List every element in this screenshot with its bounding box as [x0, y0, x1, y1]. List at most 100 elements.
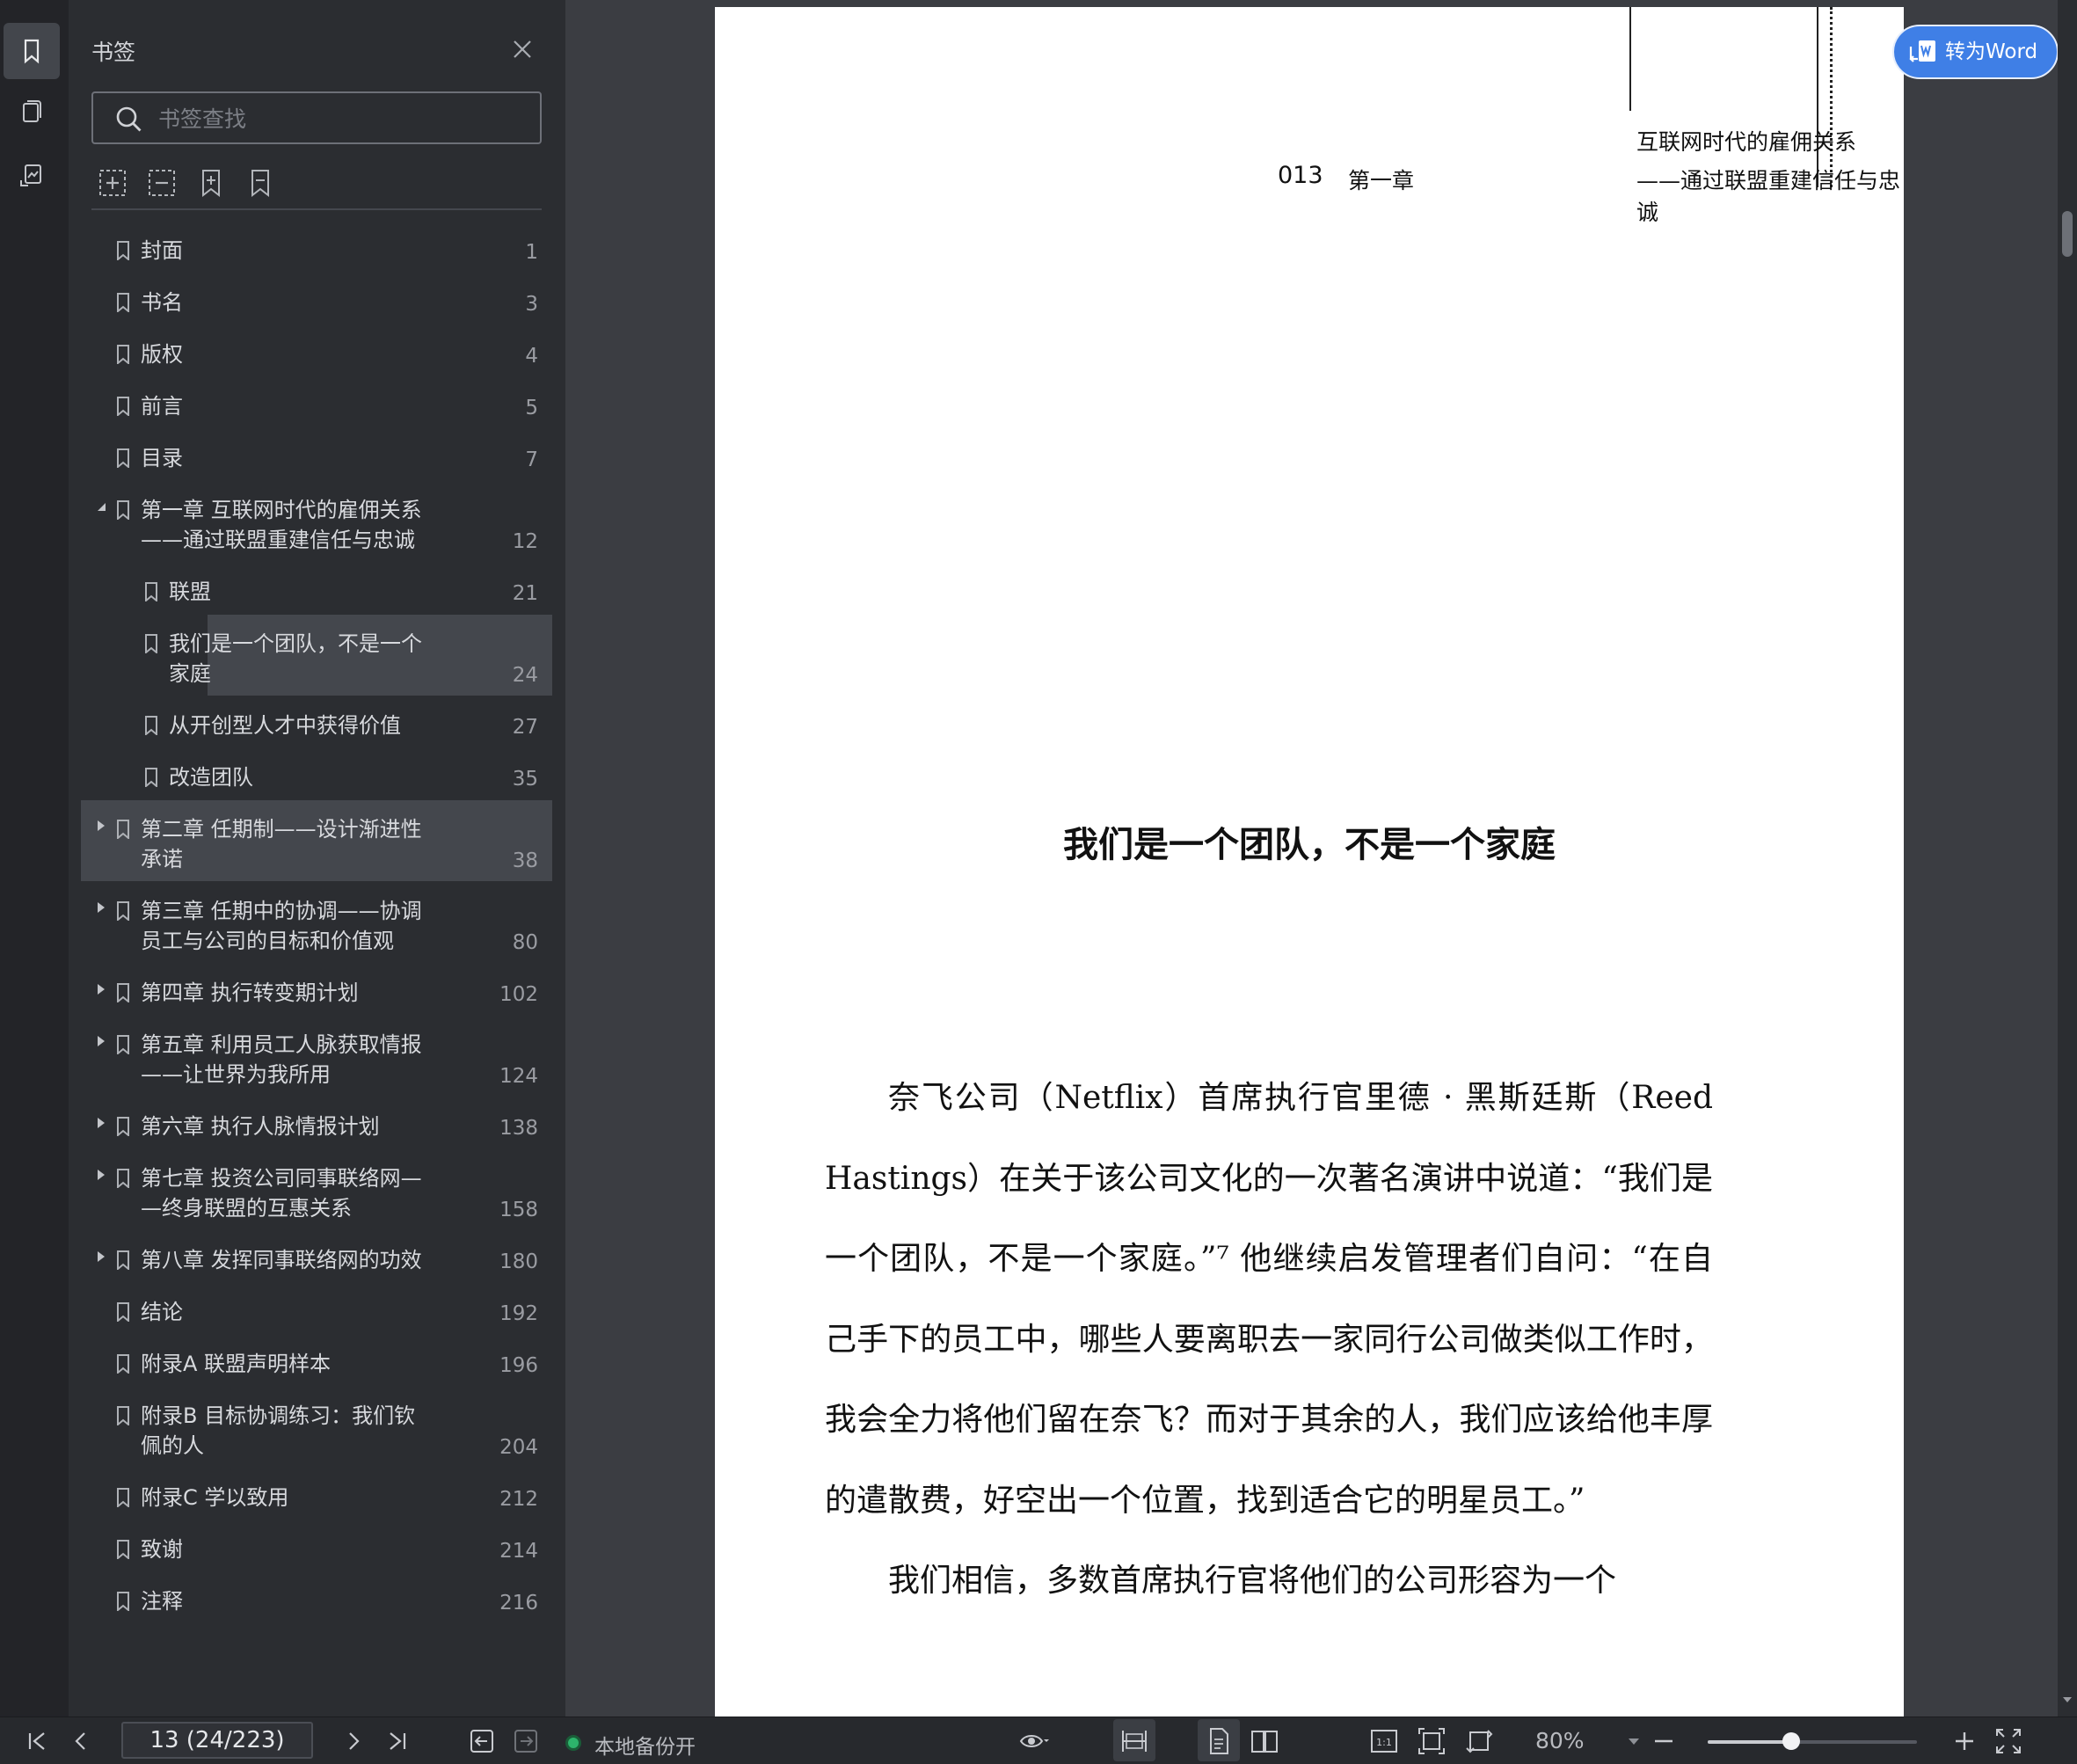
convert-to-word-button[interactable]: 转为Word [1892, 25, 2059, 79]
bookmark-item[interactable]: 附录B 目标协调练习：我们钦 佩的人 204 [81, 1387, 552, 1468]
bookmark-item[interactable]: 我们是一个团队，不是一个 家庭 24 [145, 615, 552, 696]
scroll-down-arrow-icon[interactable] [2061, 1694, 2073, 1706]
single-page-icon[interactable] [1203, 1725, 1235, 1757]
go-back-icon[interactable] [466, 1725, 498, 1757]
bookmark-label: 改造团队 [169, 765, 253, 790]
collapsed-arrow-icon[interactable] [95, 983, 107, 995]
fullscreen-icon[interactable] [1993, 1725, 2024, 1757]
bookmark-item[interactable]: 第四章 执行转变期计划 102 [81, 964, 552, 1015]
collapsed-arrow-icon[interactable] [95, 901, 107, 914]
zoom-dropdown-icon[interactable] [1618, 1725, 1650, 1757]
page-number-field[interactable]: 13 (24/223) [121, 1722, 313, 1759]
bookmark-icon [117, 820, 129, 839]
collapsed-arrow-icon[interactable] [95, 1035, 107, 1047]
rail-annotations-button[interactable] [4, 148, 60, 204]
bookmark-panel: 书签 封面 1 书名 3 版权 4 前言 5 目录 7 第一章 互联网时代的雇佣关系 ——通过联盟重… [70, 0, 563, 1717]
vertical-scrollbar[interactable] [2058, 0, 2077, 1717]
bookmark-item[interactable]: 从开创型人才中获得价值 27 [81, 696, 552, 747]
backup-status-text[interactable]: 本地备份开 [594, 1730, 696, 1760]
bookmark-icon [117, 397, 129, 416]
bookmark-item[interactable]: 致谢 214 [81, 1520, 552, 1571]
next-page-icon[interactable] [338, 1725, 369, 1757]
collapsed-arrow-icon[interactable] [95, 1169, 107, 1181]
bookmark-icon [117, 241, 129, 260]
fit-width-icon[interactable] [1119, 1725, 1150, 1757]
bookmark-item[interactable]: 第六章 执行人脉情报计划 138 [81, 1097, 552, 1148]
bookmark-icon [117, 1592, 129, 1611]
bookmark-icon [117, 1488, 129, 1507]
go-forward-icon[interactable] [510, 1725, 542, 1757]
collapsed-arrow-icon[interactable] [95, 1117, 107, 1129]
rail-thumbnails-button[interactable] [4, 84, 60, 141]
bookmark-icon [24, 39, 40, 64]
paragraph: 我们相信，多数首席执行官将他们的公司形容为一个 [888, 1563, 1617, 1599]
scrollbar-thumb[interactable] [2062, 211, 2073, 257]
scan-line [1817, 7, 1818, 187]
bookmark-item[interactable]: 结论 192 [81, 1283, 552, 1334]
zoom-level[interactable]: 80% [1535, 1728, 1585, 1753]
zoom-slider-knob[interactable] [1782, 1732, 1801, 1750]
eye-care-icon[interactable] [1018, 1725, 1050, 1757]
bookmark-page-number: 35 [512, 768, 538, 791]
bookmark-item[interactable]: 第七章 投资公司同事联络网— —终身联盟的互惠关系 158 [81, 1149, 552, 1230]
bookmark-item[interactable]: 第一章 互联网时代的雇佣关系 ——通过联盟重建信任与忠诚 12 [81, 481, 552, 562]
bookmark-item[interactable]: 目录 7 [81, 429, 552, 480]
bookmark-item[interactable]: 第二章 任期制——设计渐进性 承诺 38 [81, 800, 552, 881]
bookmark-label: 封面 [141, 238, 183, 263]
expanded-arrow-icon[interactable] [95, 500, 107, 513]
collapsed-arrow-icon[interactable] [95, 820, 107, 832]
bookmark-icon [117, 901, 129, 921]
bookmark-item[interactable]: 第五章 利用员工人脉获取情报 ——让世界为我所用 124 [81, 1016, 552, 1097]
remove-bookmark-icon[interactable] [244, 167, 276, 199]
bookmark-item[interactable]: 附录A 联盟声明样本 196 [81, 1335, 552, 1386]
zoom-in-icon[interactable] [1949, 1725, 1980, 1757]
bookmark-item[interactable]: 注释 216 [81, 1572, 552, 1623]
last-page-icon[interactable] [382, 1725, 413, 1757]
bookmark-item[interactable]: 第八章 发挥同事联络网的功效 180 [81, 1231, 552, 1282]
fit-page-icon[interactable] [1416, 1725, 1447, 1757]
bookmark-search-input[interactable] [158, 102, 528, 135]
scan-line [1629, 7, 1631, 111]
bookmark-icon [117, 1035, 129, 1054]
bookmark-item[interactable]: 第三章 任期中的协调——协调 员工与公司的目标和价值观 80 [81, 882, 552, 963]
search-icon [116, 106, 142, 132]
bookmark-label: 附录C 学以致用 [141, 1485, 289, 1510]
bookmark-item[interactable]: 联盟 21 [81, 563, 552, 614]
side-rail [0, 0, 69, 1717]
pdf-reader-window: 书签 封面 1 书名 3 版权 4 前言 5 目录 7 第一章 互联网时代的雇佣关系 ——通过联盟重… [0, 0, 2077, 1764]
bookmark-item[interactable]: 版权 4 [81, 325, 552, 376]
pages-icon [23, 100, 41, 122]
bookmark-item[interactable]: 封面 1 [81, 222, 552, 273]
bookmark-item[interactable]: 附录C 学以致用 212 [81, 1469, 552, 1520]
running-subtitle: ——通过联盟重建信任与忠诚 [1636, 168, 1901, 225]
bookmark-page-number: 212 [499, 1488, 538, 1511]
first-page-icon[interactable] [21, 1725, 53, 1757]
bookmark-item[interactable]: 前言 5 [81, 377, 552, 428]
bookmark-icon [117, 448, 129, 468]
bookmark-label: 第五章 利用员工人脉获取情报 ——让世界为我所用 [141, 1032, 422, 1087]
bookmark-search-box[interactable] [91, 91, 542, 144]
bookmark-item[interactable]: 书名 3 [81, 273, 552, 324]
panel-title: 书签 [91, 40, 136, 65]
expand-all-icon[interactable] [97, 167, 128, 199]
two-page-icon[interactable] [1249, 1725, 1280, 1757]
zoom-slider[interactable] [1708, 1732, 1917, 1750]
svg-text:1:1: 1:1 [1376, 1737, 1392, 1748]
collapse-all-icon[interactable] [146, 167, 178, 199]
bookmark-label: 第三章 任期中的协调——协调 员工与公司的目标和价值观 [141, 899, 422, 953]
close-icon[interactable] [505, 32, 540, 67]
rotate-icon[interactable] [1463, 1725, 1495, 1757]
collapsed-arrow-icon[interactable] [95, 1250, 107, 1263]
previous-page-icon[interactable] [65, 1725, 97, 1757]
bookmark-item[interactable]: 改造团队 35 [81, 748, 552, 799]
add-bookmark-icon[interactable] [195, 167, 227, 199]
bookmark-page-number: 21 [512, 582, 538, 605]
bookmark-label: 书名 [141, 290, 183, 315]
bookmark-label: 注释 [141, 1589, 183, 1614]
bookmark-label: 结论 [141, 1300, 183, 1324]
bookmark-label: 第六章 执行人脉情报计划 [141, 1114, 380, 1139]
zoom-out-icon[interactable] [1648, 1725, 1680, 1757]
actual-size-icon[interactable]: 1:1 [1368, 1725, 1400, 1757]
rail-bookmarks-button[interactable] [4, 23, 60, 79]
document-view[interactable]: 互联网时代的雇佣关系 013 第一章 ——通过联盟重建信任与忠诚 我们是一个团队… [565, 0, 2058, 1717]
